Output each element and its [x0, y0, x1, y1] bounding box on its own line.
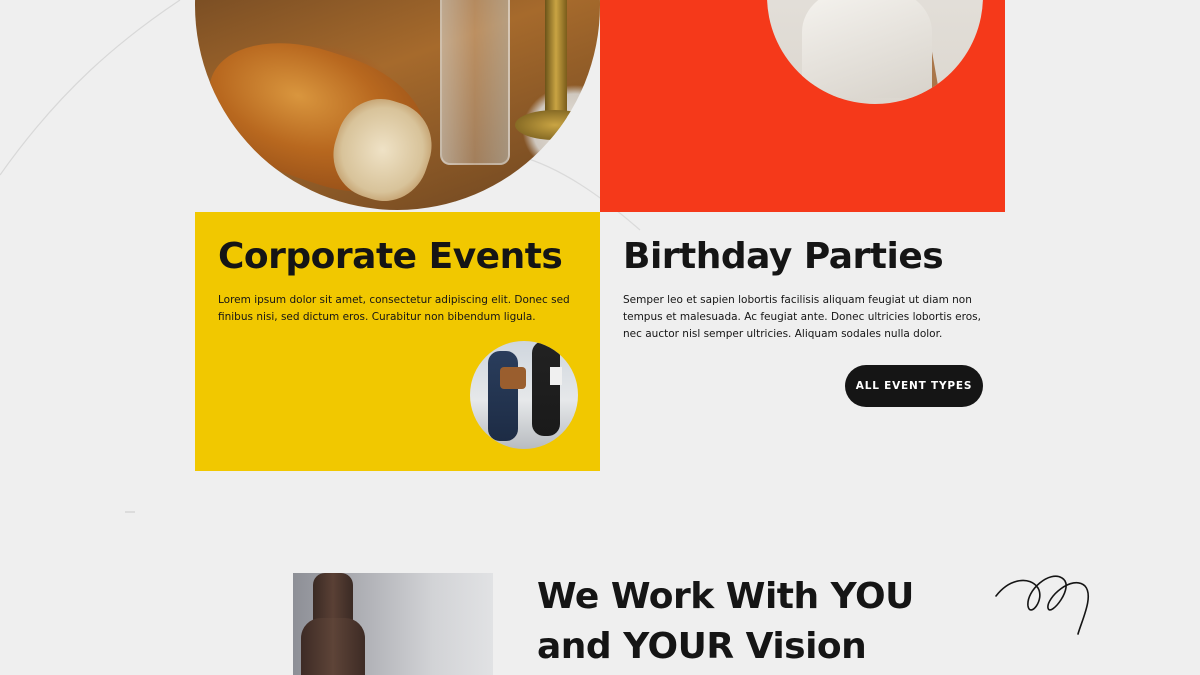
scribble-decoration-icon: [995, 575, 1090, 635]
corporate-events-title: Corporate Events: [218, 236, 563, 277]
business-people-photo: [470, 341, 578, 449]
orange-photo-tile: [600, 0, 1005, 212]
corporate-events-card: Corporate Events Lorem ipsum dolor sit a…: [195, 212, 600, 471]
cake-cloth: [802, 0, 932, 98]
person-figure: [488, 351, 518, 441]
person-figure: [532, 341, 560, 436]
vision-heading: We Work With YOU and YOUR Vision: [537, 576, 914, 667]
birthday-parties-title: Birthday Parties: [623, 236, 944, 277]
documents: [550, 367, 562, 385]
corporate-events-text: Lorem ipsum dolor sit amet, consectetur …: [218, 294, 570, 323]
all-event-types-button[interactable]: ALL EVENT TYPES: [845, 365, 983, 407]
bottle-photo: [293, 573, 493, 675]
food-photo-tile: [195, 0, 600, 212]
food-photo-circle: [195, 0, 600, 210]
birthday-parties-text: Semper leo et sapien lobortis facilisis …: [623, 294, 981, 340]
bottle-body: [301, 618, 365, 675]
leather-bag: [500, 367, 526, 389]
water-glass: [440, 0, 510, 165]
cake-photo-circle: [767, 0, 983, 104]
birthday-parties-section: Birthday Parties Semper leo et sapien lo…: [600, 212, 1005, 471]
candlestick-base: [515, 110, 595, 140]
